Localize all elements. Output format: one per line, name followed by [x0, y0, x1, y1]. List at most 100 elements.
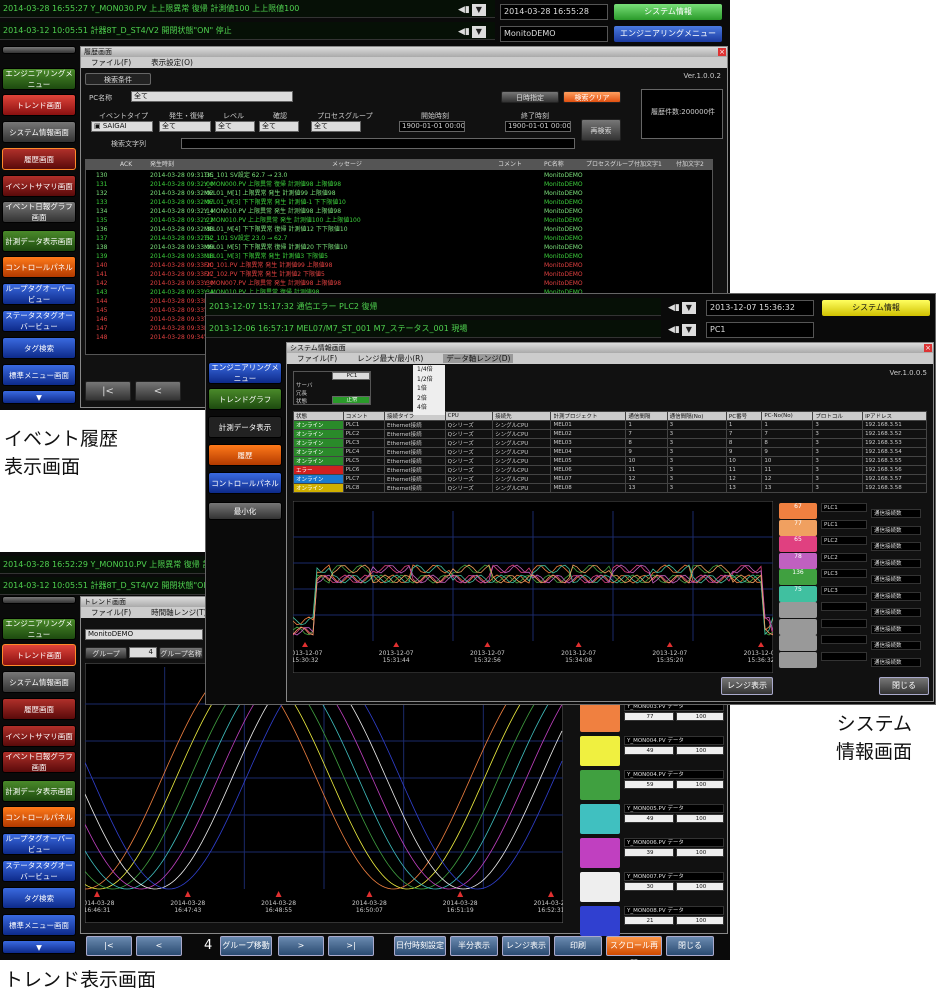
legend-card[interactable]: 67 [779, 503, 817, 519]
start-time-field[interactable]: 1900-01-01 00:00:00 [399, 121, 465, 132]
sidebar-item-status-tag[interactable]: ステータスタグオーバービュー [2, 860, 76, 882]
research-button[interactable]: 再検索 [581, 119, 621, 141]
dropdown-item[interactable]: 2倍 [417, 394, 445, 404]
sidebar-scroll-down[interactable]: ▼ [2, 940, 76, 954]
legend-plc[interactable]: PLC3 [821, 569, 867, 578]
date-specify-button[interactable]: 日時指定 [501, 91, 559, 103]
occurrence-select[interactable]: 全て [159, 121, 211, 132]
legend-mode[interactable]: 通信接続数 [871, 525, 921, 535]
menu-file[interactable]: ファイル(F) [91, 608, 131, 617]
sidebar-item-event-summary[interactable]: イベントサマリ画面 [2, 175, 76, 197]
level-select[interactable]: 全て [215, 121, 255, 132]
ack-select[interactable]: 全て [259, 121, 299, 132]
table-row[interactable]: 135 2014-03-28 09:32:22 Y_MON010.PV 上上限異常 … [86, 217, 712, 226]
sidebar-item-status-tag[interactable]: ステータスタグオーバービュー [2, 310, 76, 332]
legend-card[interactable] [580, 872, 620, 902]
legend-card[interactable] [779, 602, 817, 618]
legend-card[interactable] [580, 770, 620, 800]
print-button[interactable]: 印刷 [554, 936, 602, 956]
first-page-button[interactable]: |< [85, 381, 131, 401]
sidebar-item-tag-search[interactable]: タグ検索 [2, 887, 76, 909]
chevron-down-icon[interactable]: ▼ [681, 323, 696, 336]
dropdown-item-selected[interactable]: 1倍 [417, 384, 445, 394]
chevron-down-icon[interactable]: ▼ [681, 301, 696, 314]
dropdown-item[interactable]: 4倍 [417, 403, 445, 413]
legend-plc[interactable] [821, 635, 867, 644]
legend-mode[interactable]: 通信接続数 [871, 591, 921, 601]
legend-plc[interactable] [821, 618, 867, 628]
sidebar-item-event-summary[interactable]: イベントサマリ画面 [2, 725, 76, 747]
search-clear-button[interactable]: 検索クリア [563, 91, 621, 103]
table-row[interactable]: オンライン PLC8 Ethernet接続 Qシリーズ シングルCPU MEL08 13 3 1… [293, 483, 927, 493]
legend-card[interactable]: 75 [779, 585, 817, 602]
sidebar-item-measure-data[interactable]: 計測データ表示画面 [2, 780, 76, 802]
sidebar-item-history[interactable]: 履歴画面 [2, 148, 76, 170]
alarm-line-2[interactable]: 2014-03-12 10:05:51 計器8T_D_ST4/V2 開閉状態"O… [0, 22, 495, 40]
table-row[interactable]: 134 2014-03-28 09:32:14 Y_MON010.PV 上限異常 発… [86, 208, 712, 217]
legend-mode[interactable]: 通信接続数 [871, 575, 921, 584]
ack-button-2[interactable]: ◀▮ ▼ [458, 24, 488, 40]
dropdown-item[interactable]: 1/4倍 [417, 365, 445, 375]
sidebar-item-event-graph[interactable]: イベント日報グラフ画面 [2, 751, 76, 773]
menu-file[interactable]: ファイル(F) [297, 354, 337, 363]
date-time-button[interactable]: 日付時刻設定 [394, 936, 446, 956]
legend-card[interactable] [779, 618, 817, 635]
chevron-down-icon[interactable]: ▼ [471, 25, 486, 38]
table-row[interactable]: 130 2014-03-28 09:31:35 TIC_101 SV設定 62.7 … [86, 172, 712, 181]
sidebar-item-standard-menu[interactable]: 標準メニュー画面 [2, 364, 76, 386]
sidebar-item-system-info[interactable]: システム情報画面 [2, 121, 76, 143]
table-row[interactable]: オンライン PLC5 Ethernet接続 Qシリーズ シングルCPU MEL05 10 3 1… [293, 456, 927, 466]
legend-mode[interactable]: 通信接続数 [871, 641, 921, 650]
table-row[interactable]: オンライン PLC4 Ethernet接続 Qシリーズ シングルCPU MEL04 9 3 9 9… [293, 447, 927, 457]
process-group-select[interactable]: 全て [311, 121, 361, 132]
legend-plc[interactable]: PLC1 [821, 519, 867, 529]
sidebar-item-control-panel[interactable]: コントロールパネル [2, 256, 76, 278]
close-button[interactable]: 閉じる [666, 936, 714, 956]
sidebar-item-trend[interactable]: トレンド画面 [2, 644, 76, 666]
legend-plc[interactable]: PLC2 [821, 536, 867, 545]
ack-button-1[interactable]: ◀▮ ▼ [668, 300, 698, 316]
engineering-menu-button[interactable]: エンジニアリングメニュー [614, 26, 722, 42]
close-icon[interactable]: × [718, 48, 726, 56]
sidebar-scroll-down[interactable]: ▼ [2, 390, 76, 404]
table-row[interactable]: 138 2014-03-28 09:33:09 MEL01_M[5] 下下限異常 復… [86, 244, 712, 253]
system-info-button[interactable]: システム情報 [614, 4, 722, 20]
legend-card[interactable] [580, 906, 620, 936]
sidebar-item-trend[interactable]: トレンド画面 [2, 94, 76, 116]
legend-card[interactable] [580, 838, 620, 868]
half-display-button[interactable]: 半分表示 [450, 936, 498, 956]
legend-mode[interactable]: 通信接続数 [871, 509, 921, 518]
table-row[interactable]: 131 2014-03-28 09:32:00 Y_MON000.PV 上限異常 復… [86, 181, 712, 190]
menu-file[interactable]: ファイル(F) [91, 58, 131, 67]
legend-card[interactable]: 65 [779, 536, 817, 552]
table-row[interactable]: 132 2014-03-28 09:32:02 MEL01_M[1] 上限異常 発生… [86, 190, 712, 199]
end-time-field[interactable]: 1900-01-01 00:00:00 [505, 121, 571, 132]
menu-range[interactable]: レンジ最大/最小(R) [357, 354, 423, 363]
table-row[interactable]: 142 2014-03-28 09:33:30 Y_MON007.PV 上限異常 発… [86, 280, 712, 289]
alarm-line-2[interactable]: 2013-12-06 16:57:17 MEL07/M7_ST_001 M7_ス… [206, 320, 661, 338]
menu-display[interactable]: 表示設定(O) [151, 58, 193, 67]
sidebar-item-loop-tag[interactable]: ループタグオーバービュー [2, 283, 76, 305]
system-info-button[interactable]: システム情報 [822, 300, 930, 316]
legend-mode[interactable]: 通信接続数 [871, 657, 921, 667]
pc-select[interactable]: 全て [131, 91, 293, 102]
legend-card[interactable] [580, 702, 620, 732]
table-row[interactable]: 133 2014-03-28 09:32:07 MEL01_M[3] 下下限異常 発… [86, 199, 712, 208]
table-row[interactable]: 139 2014-03-28 09:33:18 MEL01_M[3] 下限異常 発生… [86, 253, 712, 262]
sidebar-item-engineering[interactable]: エンジニアリングメニュー [2, 618, 76, 640]
legend-plc[interactable]: PLC2 [821, 552, 867, 562]
range-display-button[interactable]: レンジ表示 [502, 936, 550, 956]
legend-mode[interactable]: 通信接続数 [871, 558, 921, 568]
dropdown-item[interactable]: 1/2倍 [417, 375, 445, 385]
sidebar-item-measure-data[interactable]: 計測データ表示画面 [2, 230, 76, 252]
sidebar-item-standard-menu[interactable]: 標準メニュー画面 [2, 914, 76, 936]
group-value[interactable]: 4 [129, 647, 157, 658]
alarm-line-1[interactable]: 2013-12-07 15:17:32 通信エラー PLC2 復帰 [206, 298, 661, 316]
table-row[interactable]: エラー PLC6 Ethernet接続 Qシリーズ シングルCPU MEL06 11 3 11 1… [293, 465, 927, 475]
last-button[interactable]: >| [328, 936, 374, 956]
table-row[interactable]: オンライン PLC1 Ethernet接続 Qシリーズ シングルCPU MEL01 1 3 1 1… [293, 420, 927, 430]
table-row[interactable]: 140 2014-03-28 09:33:20 FIC_101.PV 上限異常 発生… [86, 262, 712, 271]
legend-plc[interactable] [821, 602, 867, 611]
table-row[interactable]: オンライン PLC2 Ethernet接続 Qシリーズ シングルCPU MEL02 7 3 7 7… [293, 429, 927, 439]
sidebar-item-history[interactable]: 履歴 [208, 444, 282, 466]
